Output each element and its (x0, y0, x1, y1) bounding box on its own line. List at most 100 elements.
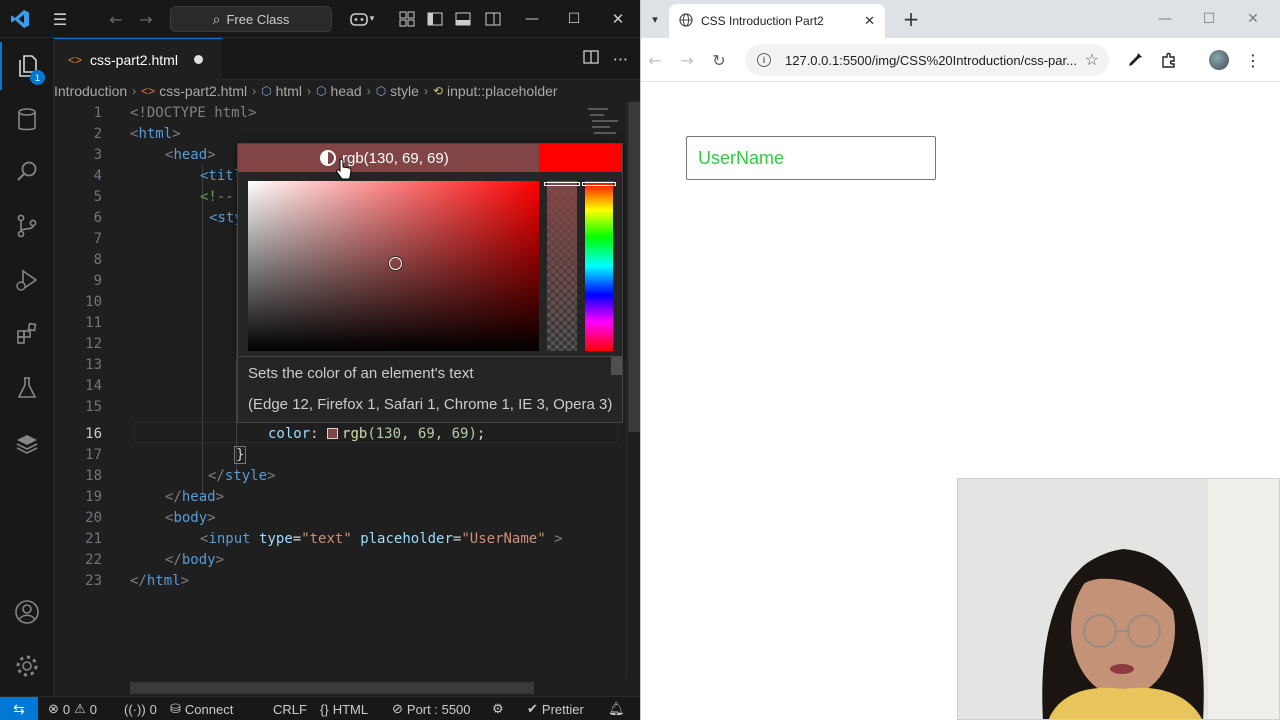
tab-css-part2[interactable]: <> css-part2.html (54, 38, 222, 80)
site-info-icon[interactable]: i (757, 53, 771, 67)
breadcrumb-item[interactable]: input::placeholder (447, 83, 558, 99)
activity-bar: 1 (0, 38, 54, 696)
language-status[interactable]: {} HTML (320, 697, 368, 720)
line-number: 12 (85, 335, 102, 352)
copilot-status-icon[interactable]: ⚙ (492, 697, 504, 720)
username-input[interactable] (686, 136, 936, 180)
live-server-status[interactable]: ⊘ Port : 5500 (392, 697, 471, 720)
editor-tab-bar: <> css-part2.html ··· (54, 38, 640, 80)
breadcrumb-item[interactable]: Introduction (54, 83, 127, 99)
line-number: 5 (93, 188, 102, 205)
ports-status[interactable]: ((·)) 0 (124, 697, 157, 720)
customize-layout-icon[interactable] (396, 0, 418, 38)
copilot-icon[interactable]: ▾ (344, 0, 380, 38)
browser-tab[interactable]: CSS Introduction Part2 ✕ (669, 4, 885, 38)
toggle-panel-icon[interactable] (452, 0, 474, 38)
hover-scrollbar[interactable] (611, 357, 622, 375)
menu-icon[interactable]: ☰ (46, 0, 74, 38)
connect-status[interactable]: ⛁ Connect (170, 697, 233, 720)
error-icon: ⊗ (48, 701, 59, 716)
hue-slider[interactable] (582, 182, 616, 186)
color-swatch[interactable] (327, 427, 339, 439)
account-icon[interactable] (0, 588, 54, 636)
hover-documentation: Sets the color of an element's text (Edg… (237, 357, 623, 423)
opacity-strip[interactable] (547, 181, 577, 351)
tag-name: body (181, 551, 216, 568)
color-picker[interactable]: rgb(130, 69, 69) (237, 143, 623, 357)
line-number: 1 (93, 104, 102, 121)
remote-indicator-icon[interactable]: ⇆ (0, 697, 38, 720)
search-sidebar-icon[interactable] (0, 148, 54, 196)
line-number: 8 (93, 251, 102, 268)
port-label: Port : 5500 (406, 701, 471, 717)
chevron-right-icon: › (252, 84, 257, 98)
css-args: (130, 69, 69) (367, 425, 477, 442)
more-actions-icon[interactable]: ··· (613, 50, 628, 69)
saturation-handle[interactable] (389, 257, 402, 270)
prettier-status[interactable]: ✔ Prettier (527, 697, 584, 720)
warning-icon: ⚠ (74, 701, 86, 716)
address-bar[interactable]: i 127.0.0.1:5500/img/CSS%20Introduction/… (745, 44, 1109, 76)
extensions-puzzle-icon[interactable] (1155, 46, 1183, 74)
forward-arrow-icon[interactable]: → (134, 0, 158, 38)
element-icon: ⬡ (261, 84, 272, 98)
hue-strip[interactable] (585, 181, 613, 351)
line-number: 15 (85, 398, 102, 415)
new-tab-icon[interactable]: + (897, 4, 925, 34)
close-window-icon[interactable]: ✕ (1231, 0, 1275, 38)
tab-search-chevron-icon[interactable]: ▾ (645, 8, 665, 30)
vertical-scrollbar[interactable] (626, 102, 640, 678)
settings-gear-icon[interactable] (0, 642, 54, 690)
toggle-primary-sidebar-icon[interactable] (424, 0, 446, 38)
breadcrumb-item[interactable]: css-part2.html (159, 83, 247, 99)
line-number: 16 (85, 425, 102, 442)
source-control-icon[interactable] (0, 202, 54, 250)
code-line: 1 <!DOCTYPE html> (54, 102, 626, 123)
minimize-icon[interactable]: — (1143, 0, 1187, 38)
title-bar: ☰ ← → ⌕ Free Class ▾ — ☐ ✕ (0, 0, 640, 38)
back-arrow-icon[interactable]: ← (641, 46, 669, 74)
css-function: rgb (342, 425, 368, 442)
maximize-icon[interactable]: ☐ (556, 0, 592, 38)
layers-icon[interactable] (0, 420, 54, 468)
notifications-bell-icon[interactable]: 🔔︎ (608, 697, 625, 720)
close-window-icon[interactable]: ✕ (600, 0, 636, 38)
css-property: color (268, 425, 311, 442)
attr-value: "UserName" (461, 530, 546, 547)
element-icon: ⬡ (375, 84, 387, 98)
problems-status[interactable]: ⊗ 0 ⚠ 0 (48, 697, 97, 720)
original-color-swatch[interactable] (539, 144, 622, 172)
testing-icon[interactable] (0, 364, 54, 412)
eol-status[interactable]: CRLF (273, 697, 307, 720)
back-arrow-icon[interactable]: ← (104, 0, 128, 38)
unsaved-dot-icon[interactable] (193, 55, 203, 64)
saturation-box[interactable] (248, 181, 539, 351)
close-tab-icon[interactable]: ✕ (864, 13, 875, 29)
breadcrumb-item[interactable]: html (276, 83, 302, 99)
command-center-search[interactable]: ⌕ Free Class (170, 6, 332, 32)
bookmark-star-icon[interactable]: ☆ (1085, 50, 1099, 70)
split-editor-icon[interactable] (583, 49, 599, 69)
forward-arrow-icon[interactable]: → (673, 46, 701, 74)
profile-avatar[interactable] (1205, 46, 1233, 74)
color-picker-header[interactable]: rgb(130, 69, 69) (238, 144, 622, 172)
extensions-icon[interactable] (0, 310, 54, 358)
breadcrumb-item[interactable]: head (331, 83, 362, 99)
explorer-icon[interactable]: 1 (0, 42, 54, 90)
database-small-icon: ⛁ (170, 701, 181, 716)
reload-icon[interactable]: ↻ (705, 46, 733, 74)
maximize-icon[interactable]: ☐ (1187, 0, 1231, 38)
eyedropper-icon[interactable] (1121, 46, 1149, 74)
scrollbar-thumb[interactable] (628, 102, 640, 432)
chevron-right-icon: › (132, 84, 137, 98)
database-icon[interactable] (0, 96, 54, 144)
presenter-photo (958, 479, 1279, 719)
kebab-menu-icon[interactable]: ⋮ (1239, 46, 1267, 74)
toggle-secondary-sidebar-icon[interactable] (482, 0, 504, 38)
tag-name: head (173, 146, 208, 163)
opacity-slider[interactable] (544, 182, 580, 186)
run-debug-icon[interactable] (0, 256, 54, 304)
breadcrumb-item[interactable]: style (390, 83, 419, 99)
horizontal-scrollbar[interactable] (130, 682, 534, 694)
minimize-icon[interactable]: — (514, 0, 550, 38)
